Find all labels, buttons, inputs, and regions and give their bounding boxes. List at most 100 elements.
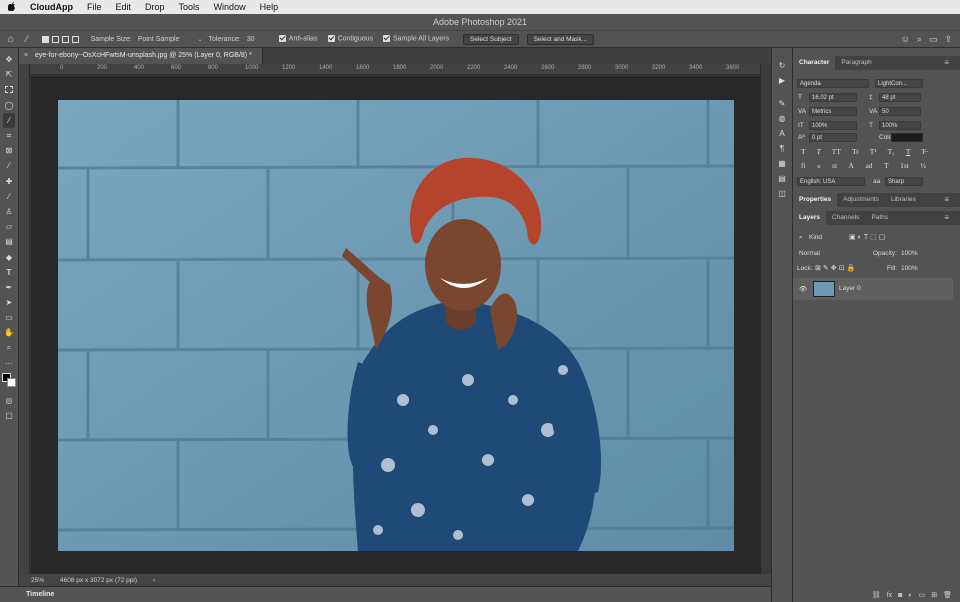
underline-button[interactable]: T	[906, 147, 911, 156]
brush-settings-icon[interactable]: ✎	[776, 98, 788, 109]
faux-italic-button[interactable]: T	[817, 147, 821, 156]
clone-stamp-tool-icon[interactable]: ♙	[3, 204, 15, 219]
artboard-tool-icon[interactable]: ⇱	[3, 67, 15, 82]
delete-layer-icon[interactable]: 🗑	[943, 591, 952, 599]
more-tools-icon[interactable]: ···	[3, 356, 15, 371]
menu-edit[interactable]: Edit	[109, 2, 139, 12]
tab-libraries[interactable]: Libraries	[885, 193, 922, 207]
quick-mask-icon[interactable]: ◎	[3, 393, 15, 408]
tab-character[interactable]: Character	[793, 56, 836, 70]
eye-icon[interactable]: 👁	[799, 285, 807, 293]
character-icon[interactable]: A	[776, 128, 788, 139]
color-swatches-icon[interactable]	[1, 371, 17, 393]
blur-tool-icon[interactable]: ◆	[3, 249, 15, 264]
path-selection-tool-icon[interactable]: ➤	[3, 295, 15, 310]
pen-tool-icon[interactable]: ✒	[3, 280, 15, 295]
panel-menu-icon[interactable]: ≡	[938, 56, 955, 70]
menu-window[interactable]: Window	[207, 2, 253, 12]
antialias-select[interactable]: Sharp	[885, 177, 923, 186]
new-group-icon[interactable]: ▭	[919, 591, 926, 599]
link-layers-icon[interactable]: ⛓	[872, 591, 881, 599]
sample-all-layers-checkbox[interactable]	[383, 35, 390, 43]
fill-input[interactable]: 100%	[901, 265, 918, 272]
menu-tools[interactable]: Tools	[172, 2, 207, 12]
font-family-select[interactable]: Agenda	[797, 79, 869, 88]
new-selection-icon[interactable]	[41, 35, 49, 43]
menu-drop[interactable]: Drop	[138, 2, 172, 12]
gradient-tool-icon[interactable]: ▤	[3, 234, 15, 249]
magic-wand-tool-preset-icon[interactable]: ⁄	[26, 34, 28, 44]
zoom-level[interactable]: 25%	[31, 577, 44, 584]
share-icon[interactable]: ⇪	[944, 34, 952, 45]
paragraph-icon[interactable]: ¶	[776, 143, 788, 154]
add-mask-icon[interactable]: ◙	[898, 592, 902, 599]
workspace-icon[interactable]: ▭	[929, 34, 938, 45]
ligatures-button[interactable]: fi	[801, 161, 806, 170]
glyphs-icon[interactable]: ▦	[776, 158, 788, 169]
tab-channels[interactable]: Channels	[826, 211, 865, 225]
tab-paths[interactable]: Paths	[865, 211, 894, 225]
frame-tool-icon[interactable]: ⊠	[3, 143, 15, 158]
search-icon[interactable]: ⌕	[917, 34, 922, 45]
font-style-select[interactable]: LightCon...	[875, 79, 923, 88]
fractions-button[interactable]: ½	[920, 161, 926, 170]
chevron-down-icon[interactable]: ⌄	[197, 36, 202, 43]
new-layer-icon[interactable]: ⊞	[931, 591, 937, 599]
faux-bold-button[interactable]: T	[801, 147, 806, 156]
close-icon[interactable]: ×	[24, 48, 28, 64]
vertical-scrollbar[interactable]	[760, 64, 771, 574]
anti-alias-option[interactable]: Anti-alias	[278, 35, 318, 43]
intersect-selection-icon[interactable]	[71, 35, 79, 43]
anti-alias-checkbox[interactable]	[278, 35, 286, 43]
layers-menu-icon[interactable]: ≡	[938, 211, 955, 225]
type-tool-icon[interactable]: T	[3, 265, 15, 280]
vertical-scale-input[interactable]: 100%	[809, 121, 857, 130]
healing-brush-tool-icon[interactable]: ✚	[3, 174, 15, 189]
history-icon[interactable]: ↻	[776, 60, 788, 71]
adjustment-layer-icon[interactable]: ◐	[908, 592, 912, 599]
opacity-input[interactable]: 100%	[901, 250, 918, 257]
sample-size-select[interactable]: Point Sample	[138, 36, 180, 43]
language-select[interactable]: English: USA	[797, 177, 865, 186]
layer-style-icon[interactable]: fx	[887, 592, 892, 599]
lock-icons[interactable]: ⊠✎✥⊡🔒	[815, 264, 857, 272]
properties-menu-icon[interactable]: ≡	[938, 193, 955, 207]
magic-wand-tool-icon[interactable]: ⁄	[3, 112, 15, 128]
user-icon[interactable]: ☺	[901, 34, 910, 45]
eraser-tool-icon[interactable]: ▱	[3, 219, 15, 234]
marquee-tool-icon[interactable]	[3, 82, 15, 97]
small-caps-button[interactable]: Tr	[852, 147, 859, 156]
layer-name[interactable]: Layer 0	[839, 285, 861, 292]
swatches-icon[interactable]: ◍	[776, 113, 788, 124]
subtract-from-selection-icon[interactable]	[61, 35, 69, 43]
app-menu[interactable]: CloudApp	[23, 2, 80, 12]
subscript-button[interactable]: T₁	[888, 147, 895, 156]
document-tab[interactable]: × eye-for-ebony--OsXcHFwtsM-unsplash.jpg…	[19, 48, 263, 64]
select-subject-button[interactable]: Select Subject	[463, 33, 519, 45]
rectangle-tool-icon[interactable]: ▭	[3, 310, 15, 325]
lasso-tool-icon[interactable]: ◯	[3, 98, 15, 113]
actions-icon[interactable]: ▶	[776, 75, 788, 86]
hand-tool-icon[interactable]: ✋	[3, 325, 15, 340]
ordinals-button[interactable]: 1st	[900, 161, 909, 170]
table-icon[interactable]: ▤	[776, 173, 788, 184]
baseline-shift-input[interactable]: 0 pt	[809, 133, 857, 142]
contiguous-option[interactable]: Contiguous	[327, 35, 373, 43]
layer-filter-icons[interactable]: ▣◐T⬚▢	[849, 233, 887, 241]
contiguous-checkbox[interactable]	[327, 35, 335, 43]
tracking-select[interactable]: 50	[879, 107, 921, 116]
all-caps-button[interactable]: TT	[832, 147, 841, 156]
tab-layers[interactable]: Layers	[793, 211, 826, 225]
discretionary-ligatures-button[interactable]: st	[832, 161, 837, 170]
strikethrough-button[interactable]: T̶	[921, 147, 926, 156]
eyedropper-tool-icon[interactable]: ⁄	[3, 158, 15, 173]
tab-properties[interactable]: Properties	[793, 193, 838, 207]
info-icon[interactable]: ◫	[776, 188, 788, 199]
kerning-select[interactable]: Metrics	[809, 107, 857, 116]
tab-adjustments[interactable]: Adjustments	[837, 193, 885, 207]
menu-file[interactable]: File	[80, 2, 109, 12]
move-tool-icon[interactable]: ✥	[3, 52, 15, 67]
screen-mode-icon[interactable]: ▢	[3, 408, 15, 423]
sample-all-layers-option[interactable]: Sample All Layers	[383, 35, 449, 43]
apple-icon[interactable]	[0, 1, 23, 13]
